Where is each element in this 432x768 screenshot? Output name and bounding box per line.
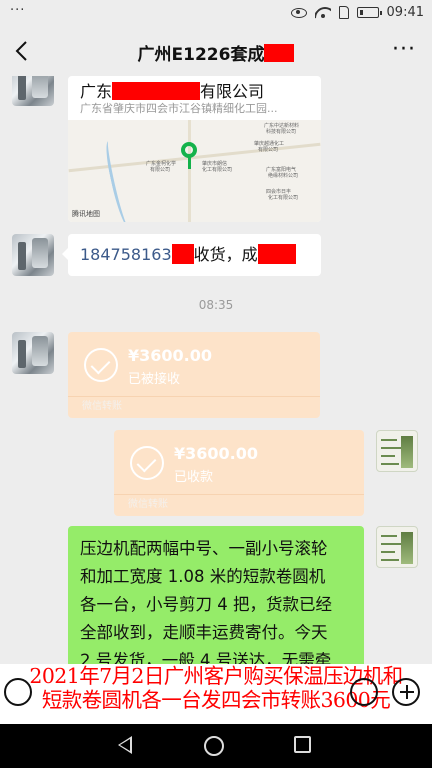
redaction-block <box>257 244 296 264</box>
map-pin-stem <box>188 157 191 169</box>
contact-avatar[interactable] <box>12 76 54 106</box>
wechat-chat-screen: ··· 09:41 广州E1226套成 ··· 广东 有限公司 广东省肇庆市四会市… <box>0 0 432 768</box>
transfer-received-card[interactable]: ¥3600.00 已被接收 微信转账 <box>68 332 320 418</box>
sim-card-icon <box>338 6 349 19</box>
map-label: 科技有限公司 <box>266 129 297 135</box>
redaction-block <box>264 44 295 62</box>
contact-avatar[interactable] <box>12 234 54 276</box>
transfer-status: 已被接收 <box>128 372 181 387</box>
message-timestamp: 08:35 <box>198 298 234 312</box>
redaction-block <box>171 244 194 264</box>
map-label: 有限公司 <box>258 147 279 153</box>
map-label: 绝缘材料公司 <box>268 173 299 179</box>
map-road <box>188 120 191 222</box>
chat-title-text: 广州E1226套成 <box>137 45 265 65</box>
system-recents-icon[interactable] <box>294 736 311 753</box>
location-name: 广东 有限公司 <box>80 78 264 102</box>
my-avatar[interactable] <box>376 430 418 472</box>
transfer-footer: 微信转账 <box>114 494 364 516</box>
status-bar: ··· 09:41 <box>0 0 432 26</box>
redaction-block <box>112 82 201 100</box>
emoji-icon[interactable] <box>350 678 378 706</box>
location-map: 广东中达新材料 科技有限公司 肇庆越通化工 有限公司 广东金柯化学 有限公司 肇… <box>68 120 321 222</box>
transfer-amount: ¥3600.00 <box>128 346 213 365</box>
map-provider-logo: 腾讯地图 <box>72 210 100 218</box>
chat-title: 广州E1226套成 <box>0 40 432 65</box>
contact-avatar[interactable] <box>12 332 54 374</box>
battery-icon <box>356 7 382 18</box>
system-back-icon[interactable] <box>118 736 132 754</box>
check-circle-icon <box>130 446 164 480</box>
message-line: 各一台，小号剪刀 4 把，货款已经 <box>80 595 332 614</box>
map-pin-icon <box>181 142 197 158</box>
eye-comfort-icon <box>290 7 307 18</box>
message-line: 压边机配两幅中号、一副小号滚轮 <box>80 539 328 558</box>
my-avatar[interactable] <box>376 526 418 568</box>
check-circle-icon <box>84 348 118 382</box>
transfer-amount: ¥3600.00 <box>174 444 259 463</box>
more-options-icon[interactable]: ··· <box>392 39 416 61</box>
text-message-bubble[interactable]: 184758163 收货，成 <box>62 234 321 276</box>
location-name-prefix: 广东 <box>80 82 113 101</box>
system-navigation-bar <box>0 724 432 768</box>
chat-message-list[interactable]: 广东 有限公司 广东省肇庆市四会市江谷镇精细化工园... 广东中达新材料 科技有限… <box>0 76 432 724</box>
map-label: 有限公司 <box>150 167 171 173</box>
chat-header: 广州E1226套成 ··· <box>0 26 432 76</box>
map-river <box>102 139 136 222</box>
transfer-sent-card[interactable]: ¥3600.00 已收款 微信转账 <box>114 430 364 516</box>
phone-number: 184758163 <box>80 245 172 264</box>
location-address: 广东省肇庆市四会市江谷镇精细化工园... <box>80 102 278 115</box>
transfer-status: 已收款 <box>174 470 214 485</box>
map-label: 化工有限公司 <box>268 195 299 201</box>
system-home-icon[interactable] <box>204 736 224 756</box>
message-line: 和加工宽度 1.08 米的短款卷圆机 <box>80 567 326 586</box>
map-label: 化工有限公司 <box>202 167 233 173</box>
location-card[interactable]: 广东 有限公司 广东省肇庆市四会市江谷镇精细化工园... 广东中达新材料 科技有限… <box>68 76 321 222</box>
voice-input-icon[interactable] <box>4 678 32 706</box>
plus-icon[interactable] <box>392 678 420 706</box>
status-bar-dots: ··· <box>10 3 26 18</box>
message-line: 全部收到，走顺丰运费寄付。今天 <box>80 623 328 642</box>
location-name-suffix: 有限公司 <box>200 82 265 101</box>
transfer-footer: 微信转账 <box>68 396 320 418</box>
status-time: 09:41 <box>386 5 424 20</box>
message-text: 收货，成 <box>193 245 258 264</box>
wifi-icon <box>315 7 331 19</box>
status-bar-icons: 09:41 <box>290 5 424 20</box>
